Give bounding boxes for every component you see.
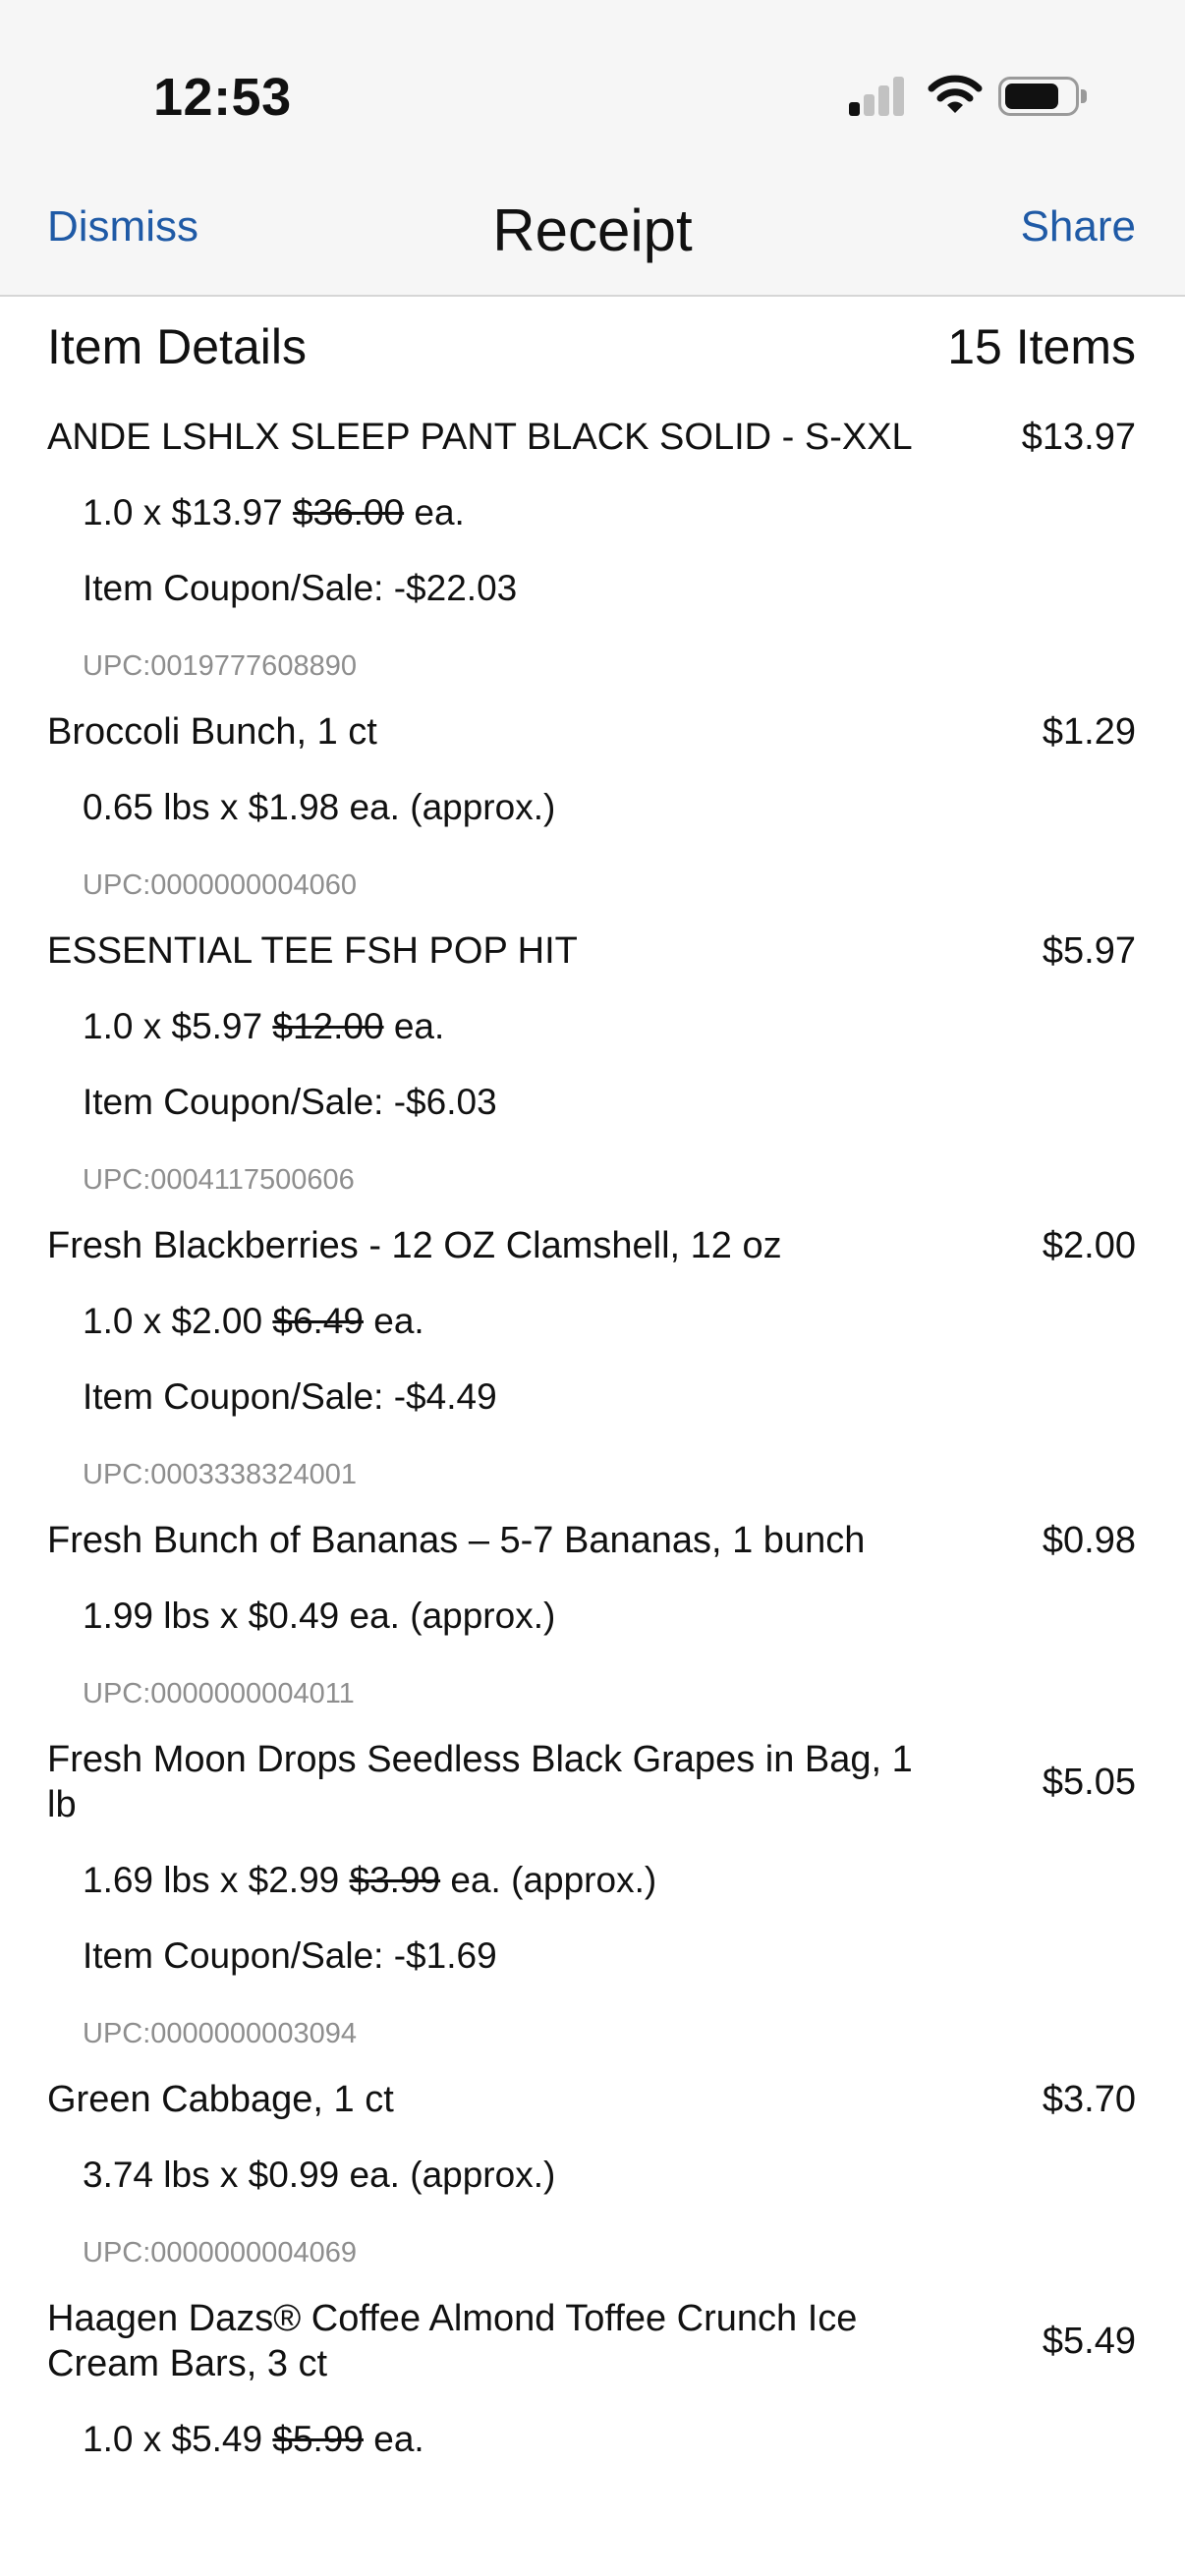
status-bar: 12:53 [0,0,1185,177]
item-qty-price: 1.0 x $5.97 [83,1006,263,1046]
item-qty-price: 1.0 x $13.97 [83,492,283,532]
item-upc: UPC:0004117500606 [83,1164,355,1196]
item-upc: UPC:0000000004069 [83,2237,357,2268]
item-original-price: $12.00 [272,1006,384,1046]
receipt-item: Fresh Bunch of Bananas – 5-7 Bananas, 1 … [0,1494,1185,1713]
item-name: Broccoli Bunch, 1 ct [47,711,377,753]
item-qty-price: 3.74 lbs x $0.99 [83,2155,340,2195]
item-unit-suffix: ea. (approx.) [349,1596,556,1636]
receipt-item: Fresh Blackberries - 12 OZ Clamshell, 12… [0,1200,1185,1494]
item-price: $5.97 [1042,930,1136,972]
status-time: 12:53 [153,68,292,127]
item-quantity-line: 1.99 lbs x $0.49 ea. (approx.) [47,1594,1136,1639]
wifi-icon [928,75,983,113]
item-upc: UPC:0000000003094 [83,2018,357,2049]
receipt-item: ANDE LSHLX SLEEP PANT BLACK SOLID - S-XX… [0,391,1185,686]
item-price: $3.70 [1042,2079,1136,2120]
item-quantity-line: 1.0 x $13.97 $36.00 ea. [47,490,1136,535]
cellular-signal-icon [849,77,906,116]
item-upc: UPC:0019777608890 [83,650,357,682]
item-header: Fresh Bunch of Bananas – 5-7 Bananas, 1 … [47,1494,1136,1563]
item-unit-suffix: ea. (approx.) [349,787,556,827]
receipt-item: Broccoli Bunch, 1 ct $1.29 0.65 lbs x $1.9… [0,686,1185,905]
item-name: Green Cabbage, 1 ct [47,2079,394,2120]
item-coupon: Item Coupon/Sale: -$22.03 [83,568,518,608]
item-details-header: Item Details 15 Items [0,297,1185,391]
item-original-price: $3.99 [349,1860,441,1900]
item-header: Haagen Dazs® Coffee Almond Toffee Crunch… [47,2272,1136,2386]
item-upc: UPC:0000000004011 [83,1678,355,1709]
item-price: $1.29 [1042,711,1136,753]
receipt-content[interactable]: Item Details 15 Items ANDE LSHLX SLEEP P… [0,297,1185,2576]
page-title: Receipt [492,197,693,263]
item-header: ANDE LSHLX SLEEP PANT BLACK SOLID - S-XX… [47,391,1136,460]
item-name: Fresh Bunch of Bananas – 5-7 Bananas, 1 … [47,1520,866,1561]
item-qty-price: 1.0 x $5.49 [83,2419,263,2459]
item-header: Green Cabbage, 1 ct $3.70 [47,2053,1136,2122]
navigation-bar: Dismiss Receipt Share [0,177,1185,297]
item-qty-price: 0.65 lbs x $1.98 [83,787,340,827]
item-original-price: $5.99 [272,2419,364,2459]
item-name: ANDE LSHLX SLEEP PANT BLACK SOLID - S-XX… [47,417,913,458]
item-price: $2.00 [1042,1225,1136,1266]
item-original-price: $36.00 [292,492,405,532]
item-upc: UPC:0000000004060 [83,869,357,901]
item-price: $13.97 [1021,417,1136,458]
item-header: ESSENTIAL TEE FSH POP HIT $5.97 [47,905,1136,974]
item-unit-suffix: ea. [414,492,465,532]
item-name: Fresh Blackberries - 12 OZ Clamshell, 12… [47,1225,782,1266]
item-name: Haagen Dazs® Coffee Almond Toffee Crunch… [47,2298,858,2384]
item-original-price: $6.49 [272,1301,364,1341]
receipt-item: Fresh Moon Drops Seedless Black Grapes i… [0,1713,1185,2053]
receipt-item: Green Cabbage, 1 ct $3.70 3.74 lbs x $0.99… [0,2053,1185,2272]
item-price: $5.49 [1042,2321,1136,2362]
item-qty-price: 1.69 lbs x $2.99 [83,1860,340,1900]
item-price: $5.05 [1042,1762,1136,1803]
item-qty-price: 1.99 lbs x $0.49 [83,1596,340,1636]
receipt-item: Haagen Dazs® Coffee Almond Toffee Crunch… [0,2272,1185,2462]
item-coupon: Item Coupon/Sale: -$4.49 [83,1376,497,1417]
item-upc: UPC:0003338324001 [83,1459,357,1490]
item-count: 15 Items [947,319,1136,374]
item-header: Broccoli Bunch, 1 ct $1.29 [47,686,1136,755]
item-header: Fresh Moon Drops Seedless Black Grapes i… [47,1713,1136,1827]
item-unit-suffix: ea. [373,2419,424,2459]
item-coupon: Item Coupon/Sale: -$1.69 [83,1935,497,1976]
item-coupon: Item Coupon/Sale: -$6.03 [83,1082,497,1122]
item-unit-suffix: ea. (approx.) [349,2155,556,2195]
section-title: Item Details [47,319,307,374]
receipt-item: ESSENTIAL TEE FSH POP HIT $5.97 1.0 x $5.9… [0,905,1185,1200]
item-qty-price: 1.0 x $2.00 [83,1301,263,1341]
items-list: ANDE LSHLX SLEEP PANT BLACK SOLID - S-XX… [0,391,1185,2462]
battery-icon [998,77,1079,116]
item-name: Fresh Moon Drops Seedless Black Grapes i… [47,1739,913,1825]
item-quantity-line: 1.0 x $5.49 $5.99 ea. [47,2417,1136,2462]
item-quantity-line: 0.65 lbs x $1.98 ea. (approx.) [47,785,1136,830]
battery-cap [1081,89,1087,103]
item-quantity-line: 1.0 x $5.97 $12.00 ea. [47,1004,1136,1049]
share-button[interactable]: Share [1021,202,1136,252]
item-price: $0.98 [1042,1520,1136,1561]
item-header: Fresh Blackberries - 12 OZ Clamshell, 12… [47,1200,1136,1268]
item-unit-suffix: ea. [393,1006,445,1046]
item-unit-suffix: ea. [373,1301,424,1341]
battery-fill [1005,84,1058,109]
item-name: ESSENTIAL TEE FSH POP HIT [47,930,578,972]
item-quantity-line: 3.74 lbs x $0.99 ea. (approx.) [47,2153,1136,2198]
item-unit-suffix: ea. (approx.) [450,1860,657,1900]
item-quantity-line: 1.0 x $2.00 $6.49 ea. [47,1299,1136,1344]
item-quantity-line: 1.69 lbs x $2.99 $3.99 ea. (approx.) [47,1858,1136,1903]
